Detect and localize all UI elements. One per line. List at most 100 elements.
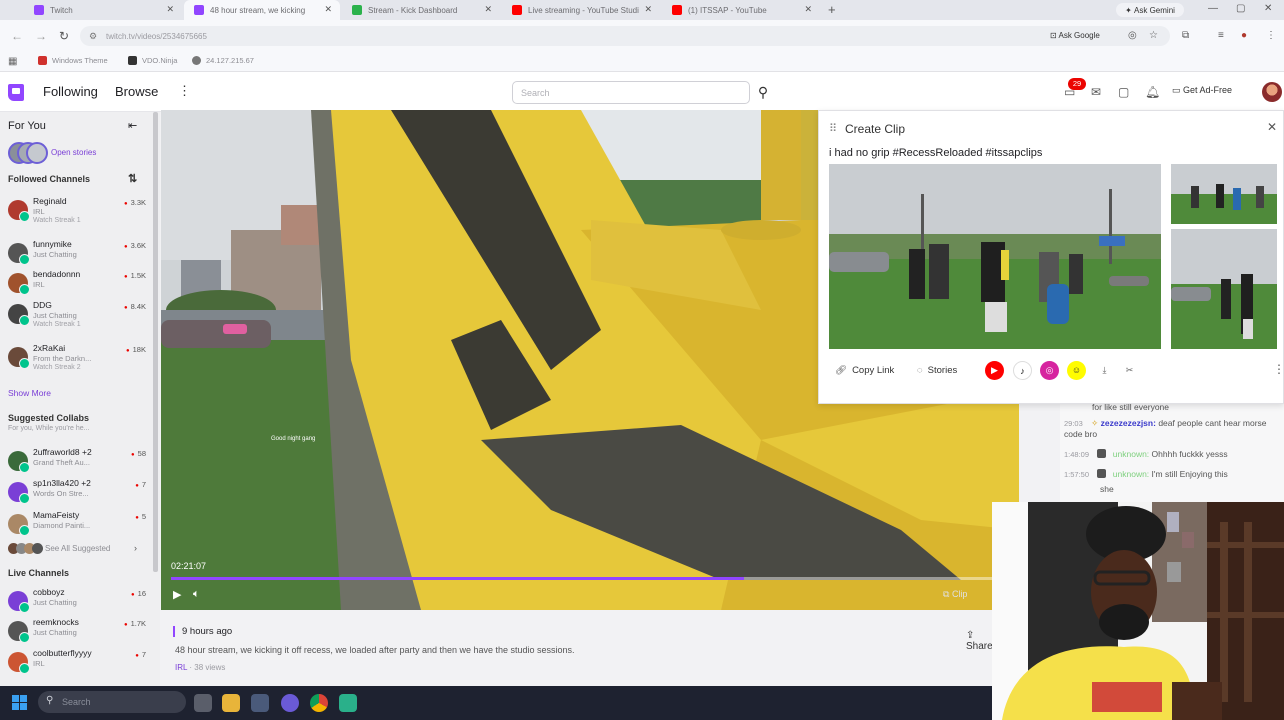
close-tab-icon[interactable]: ✕ — [324, 4, 332, 15]
volume-icon[interactable]: 🔈︎ — [193, 588, 200, 601]
channel-category: IRL — [33, 280, 45, 289]
ask-gemini-button[interactable]: ✦ Ask Gemini — [1116, 3, 1184, 17]
more-menu-icon[interactable]: ⋮ — [178, 83, 191, 99]
youtube-icon[interactable]: ▶ — [985, 361, 1004, 380]
close-tab-icon[interactable]: ✕ — [484, 4, 492, 15]
collapse-sidebar-icon[interactable]: ⇤ — [128, 119, 137, 132]
store-icon[interactable] — [251, 694, 269, 712]
extensions-icon[interactable]: ⧉ — [1182, 30, 1189, 41]
live-channel-item[interactable]: coolbutterflyyyy IRL 7 — [8, 648, 146, 680]
close-tab-icon[interactable]: ✕ — [166, 4, 174, 15]
clip-preview-thumb-2[interactable] — [1171, 229, 1277, 349]
more-options-icon[interactable]: ⋮ — [1273, 362, 1284, 376]
bookmark-star-icon[interactable]: ☆ — [1149, 30, 1158, 41]
tab-twitch[interactable]: Twitch ✕ — [24, 0, 182, 20]
clip-preview-thumb-1[interactable] — [1171, 164, 1277, 224]
show-more-link[interactable]: Show More — [8, 388, 51, 398]
suggested-channel-item[interactable]: MamaFeisty Diamond Painti... 5 — [8, 510, 146, 542]
chat-badge-icon — [1097, 469, 1107, 478]
maximize-icon[interactable]: ▢ — [1236, 3, 1245, 14]
tiktok-icon[interactable]: ♪ — [1013, 361, 1032, 380]
channel-category: IRL — [33, 659, 45, 668]
taskbar-search-input[interactable]: ⚲ Search — [38, 691, 186, 713]
inbox-icon[interactable]: ✉ — [1091, 85, 1101, 99]
followed-channel-item[interactable]: bendadonnn IRL 1.5K — [8, 269, 146, 301]
snapchat-icon[interactable]: ☺ — [1067, 361, 1086, 380]
live-channel-item[interactable]: reemknocks Just Chatting 1.7K — [8, 617, 146, 649]
windows-start-icon[interactable] — [12, 695, 28, 711]
video-category-link[interactable]: IRL — [175, 663, 187, 672]
clip-preview-main[interactable] — [829, 164, 1161, 349]
channel-category: From the Darkn... — [33, 354, 92, 363]
chrome-icon[interactable] — [310, 694, 328, 712]
bookmark-vdo-ninja[interactable]: VDO.Ninja — [128, 56, 177, 65]
live-channel-item[interactable]: cobboyz Just Chatting 16 — [8, 587, 146, 619]
chat-emote-icon: ✧ — [1091, 418, 1099, 428]
download-icon[interactable]: ⤓ — [1095, 361, 1114, 380]
whispers-icon[interactable]: ▢ — [1118, 85, 1129, 99]
nav-following[interactable]: Following — [43, 84, 98, 99]
media-control-icon[interactable]: ≡ — [1218, 30, 1224, 41]
followed-channel-item[interactable]: funnymike Just Chatting 3.6K — [8, 239, 146, 271]
tab-youtube[interactable]: (1) ITSSAP - YouTube ✕ — [662, 0, 820, 20]
chat-text: I'm still Enjoying this — [1151, 469, 1228, 479]
reload-icon[interactable]: ↻ — [59, 29, 69, 43]
close-icon[interactable]: ✕ — [1267, 120, 1277, 134]
for-you-heading: For You — [8, 120, 46, 132]
search-icon[interactable]: ⚲ — [751, 81, 775, 104]
chat-username[interactable]: zezezezezjsn: — [1101, 418, 1156, 428]
task-view-icon[interactable] — [194, 694, 212, 712]
browser-menu-icon[interactable]: ⋮ — [1266, 30, 1276, 41]
open-stories-link[interactable]: Open stories — [51, 148, 96, 157]
ask-google-button[interactable]: ⊡ Ask Google — [1050, 31, 1100, 40]
stories-button[interactable]: ◌ Stories — [911, 359, 963, 381]
site-info-icon[interactable]: ⚙ — [89, 31, 97, 42]
bookmark-ip[interactable]: 24.127.215.67 — [192, 56, 254, 65]
followed-channel-item[interactable]: DDG Just Chatting Watch Streak 1 8.4K — [8, 300, 146, 332]
video-progress-bar[interactable] — [171, 577, 1001, 580]
stories-avatars[interactable] — [8, 142, 48, 164]
new-tab-button[interactable]: + — [828, 2, 836, 17]
instagram-icon[interactable]: ◎ — [1040, 361, 1059, 380]
suggested-channel-item[interactable]: 2uffraworld8 +2 Grand Theft Au... 58 — [8, 447, 146, 479]
sort-icon[interactable]: ⇅ — [128, 172, 137, 185]
nav-browse[interactable]: Browse — [115, 84, 158, 99]
close-window-icon[interactable]: ✕ — [1264, 3, 1272, 14]
discord-icon[interactable] — [281, 694, 299, 712]
sidebar-scrollbar[interactable] — [153, 112, 158, 572]
scissors-icon[interactable]: ✂ — [1120, 361, 1139, 380]
drag-handle-icon[interactable]: ⠿ — [829, 122, 837, 135]
tab-vod[interactable]: 48 hour stream, we kicking ✕ — [184, 0, 340, 20]
minimize-icon[interactable]: — — [1208, 3, 1218, 14]
followed-channel-item[interactable]: 2xRaKai From the Darkn... Watch Streak 2… — [8, 343, 146, 375]
apps-grid-icon[interactable]: ▦ — [8, 56, 17, 67]
bookmark-windows-theme[interactable]: Windows Theme — [38, 56, 108, 65]
copy-link-button[interactable]: 🔗︎ Copy Link — [829, 359, 900, 381]
chat-username[interactable]: unknown: — [1113, 469, 1149, 479]
streaming-app-icon[interactable] — [339, 694, 357, 712]
tab-kick-dashboard[interactable]: Stream - Kick Dashboard ✕ — [342, 0, 500, 20]
profile-icon[interactable]: ● — [1241, 30, 1247, 41]
video-overlay-text: Good night gang — [271, 436, 315, 442]
clip-button[interactable]: ⧉ Clip — [943, 589, 967, 600]
ask-google-label: Ask Google — [1058, 31, 1100, 40]
notifications-icon[interactable]: 🔔︎ — [1145, 85, 1160, 99]
close-tab-icon[interactable]: ✕ — [804, 4, 812, 15]
file-explorer-icon[interactable] — [222, 694, 240, 712]
eye-off-icon[interactable]: ◎ — [1128, 30, 1137, 41]
search-input[interactable]: Search — [512, 81, 750, 104]
chat-username[interactable]: unknown: — [1113, 449, 1149, 459]
followed-channel-item[interactable]: Reginald IRL Watch Streak 1 3.3K — [8, 196, 146, 228]
play-icon[interactable]: ▶ — [173, 588, 181, 601]
see-all-suggested-row[interactable]: See All Suggested › — [8, 543, 146, 555]
back-arrow-icon[interactable]: ← — [11, 29, 23, 43]
stories-icon: ◌ — [917, 364, 923, 376]
url-input[interactable]: ⚙ twitch.tv/videos/2534675665 — [80, 26, 1170, 46]
forward-arrow-icon[interactable]: → — [35, 29, 47, 43]
suggested-channel-item[interactable]: sp1n3lla420 +2 Words On Stre... 7 — [8, 478, 146, 510]
tab-youtube-studio[interactable]: Live streaming - YouTube Studi ✕ — [502, 0, 660, 20]
user-avatar[interactable] — [1262, 82, 1282, 102]
twitch-logo-icon[interactable] — [8, 84, 24, 101]
get-ad-free-button[interactable]: ▭ Get Ad-Free — [1172, 85, 1232, 96]
close-tab-icon[interactable]: ✕ — [644, 4, 652, 15]
